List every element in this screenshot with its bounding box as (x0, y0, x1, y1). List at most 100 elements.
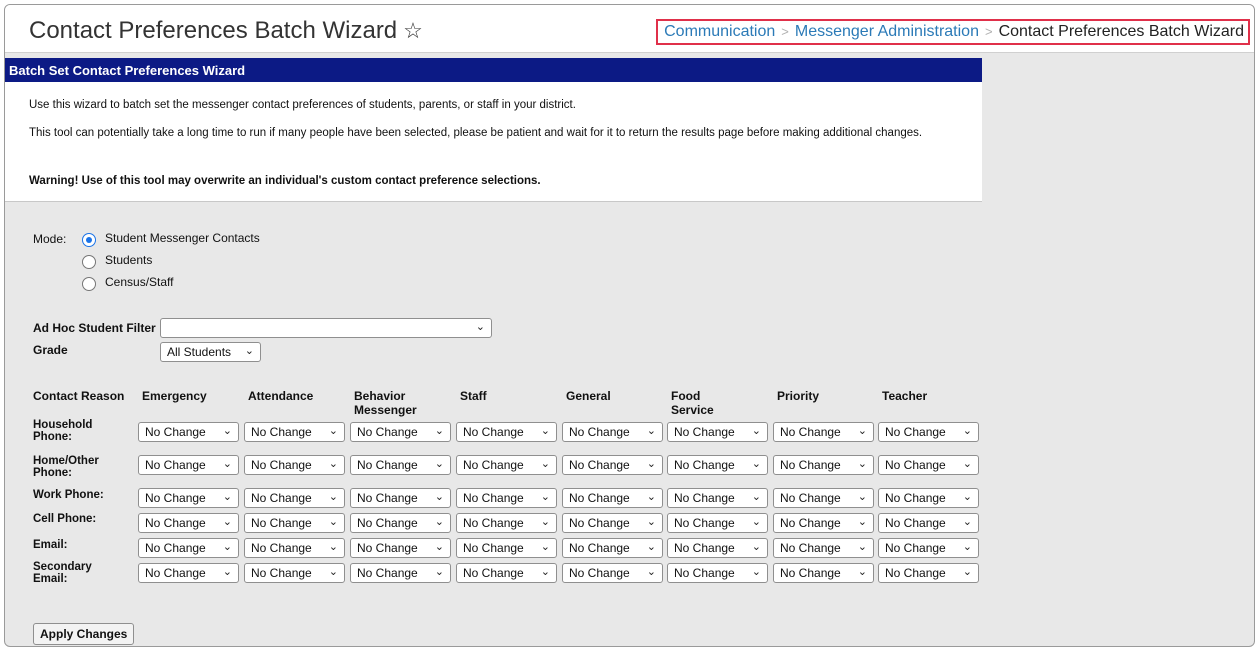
preference-select[interactable]: No Change ⌄ (562, 422, 663, 442)
preference-select[interactable]: No Change ⌄ (350, 563, 451, 583)
preference-select[interactable]: No Change ⌄ (456, 488, 557, 508)
preference-select[interactable]: No Change ⌄ (456, 422, 557, 442)
preference-select[interactable]: No Change ⌄ (667, 455, 768, 475)
preference-select[interactable]: No Change ⌄ (350, 488, 451, 508)
preference-select[interactable]: No Change ⌄ (138, 563, 239, 583)
radio-label-students: Students (105, 253, 153, 267)
preference-select[interactable]: No Change ⌄ (667, 488, 768, 508)
chevron-down-icon: ⌄ (244, 345, 254, 357)
preference-select[interactable]: No Change ⌄ (138, 513, 239, 533)
chevron-down-icon: ⌄ (751, 425, 761, 437)
preference-select[interactable]: No Change ⌄ (244, 513, 345, 533)
chevron-down-icon: ⌄ (962, 458, 972, 470)
preference-select[interactable]: No Change ⌄ (562, 563, 663, 583)
preference-select[interactable]: No Change ⌄ (667, 538, 768, 558)
preference-select[interactable]: No Change ⌄ (456, 513, 557, 533)
preference-select[interactable]: No Change ⌄ (667, 563, 768, 583)
grade-label: Grade (33, 343, 68, 357)
preference-select[interactable]: No Change ⌄ (456, 455, 557, 475)
preference-select[interactable]: No Change ⌄ (456, 563, 557, 583)
preference-select[interactable]: No Change ⌄ (138, 538, 239, 558)
chevron-down-icon: ⌄ (328, 491, 338, 503)
chevron-down-icon: ⌄ (434, 458, 444, 470)
preference-select[interactable]: No Change ⌄ (878, 488, 979, 508)
chevron-down-icon: ⌄ (646, 566, 656, 578)
preference-select[interactable]: No Change ⌄ (244, 422, 345, 442)
chevron-down-icon: ⌄ (751, 516, 761, 528)
preference-select[interactable]: No Change ⌄ (667, 513, 768, 533)
preference-select[interactable]: No Change ⌄ (456, 538, 557, 558)
chevron-right-icon: > (781, 24, 789, 39)
chevron-down-icon: ⌄ (646, 516, 656, 528)
column-header: Attendance (248, 389, 314, 403)
app-window: Contact Preferences Batch Wizard ☆ Commun… (4, 4, 1255, 647)
radio-label-student-messenger-contacts: Student Messenger Contacts (105, 231, 260, 245)
row-label: Home/Other Phone: (33, 455, 99, 479)
preference-select[interactable]: No Change ⌄ (138, 455, 239, 475)
radio-students[interactable] (82, 255, 96, 269)
radio-student-messenger-contacts[interactable] (82, 233, 96, 247)
chevron-down-icon: ⌄ (222, 491, 232, 503)
column-header: Priority (777, 389, 820, 403)
mode-label: Mode: (33, 232, 67, 246)
chevron-down-icon: ⌄ (222, 425, 232, 437)
chevron-down-icon: ⌄ (540, 458, 550, 470)
preference-select[interactable]: No Change ⌄ (878, 538, 979, 558)
preference-select[interactable]: No Change ⌄ (244, 538, 345, 558)
chevron-down-icon: ⌄ (434, 541, 444, 553)
preference-select[interactable]: No Change ⌄ (773, 455, 874, 475)
chevron-down-icon: ⌄ (962, 566, 972, 578)
preference-select[interactable]: No Change ⌄ (562, 488, 663, 508)
breadcrumb-communication[interactable]: Communication (664, 23, 775, 40)
preference-select[interactable]: No Change ⌄ (350, 455, 451, 475)
preference-select[interactable]: No Change ⌄ (138, 422, 239, 442)
preference-select[interactable]: No Change ⌄ (244, 488, 345, 508)
chevron-down-icon: ⌄ (540, 566, 550, 578)
info-box: Use this wizard to batch set the messeng… (5, 82, 982, 202)
chevron-down-icon: ⌄ (857, 425, 867, 437)
preference-select[interactable]: No Change ⌄ (878, 422, 979, 442)
chevron-down-icon: ⌄ (962, 491, 972, 503)
preference-select[interactable]: No Change ⌄ (773, 513, 874, 533)
chevron-down-icon: ⌄ (540, 516, 550, 528)
grade-select[interactable]: All Students ⌄ (160, 342, 261, 362)
chevron-down-icon: ⌄ (962, 516, 972, 528)
preference-select[interactable]: No Change ⌄ (562, 455, 663, 475)
page-header: Contact Preferences Batch Wizard ☆ Commun… (5, 5, 1254, 53)
star-icon[interactable]: ☆ (403, 18, 423, 43)
chevron-down-icon: ⌄ (857, 458, 867, 470)
radio-census-staff[interactable] (82, 277, 96, 291)
adhoc-filter-label: Ad Hoc Student Filter (33, 321, 156, 335)
chevron-down-icon: ⌄ (222, 458, 232, 470)
chevron-down-icon: ⌄ (751, 541, 761, 553)
preference-select[interactable]: No Change ⌄ (562, 538, 663, 558)
chevron-down-icon: ⌄ (540, 425, 550, 437)
preference-select[interactable]: No Change ⌄ (562, 513, 663, 533)
page-title: Contact Preferences Batch Wizard (29, 17, 398, 44)
preference-select[interactable]: No Change ⌄ (773, 563, 874, 583)
preference-select[interactable]: No Change ⌄ (350, 538, 451, 558)
apply-changes-button[interactable]: Apply Changes (33, 623, 135, 645)
column-header: Staff (460, 389, 487, 403)
preference-select[interactable]: No Change ⌄ (773, 422, 874, 442)
preference-select[interactable]: No Change ⌄ (878, 455, 979, 475)
preference-select[interactable]: No Change ⌄ (878, 563, 979, 583)
preference-select[interactable]: No Change ⌄ (244, 563, 345, 583)
preference-select[interactable]: No Change ⌄ (138, 488, 239, 508)
preference-select[interactable]: No Change ⌄ (350, 422, 451, 442)
column-header: Behavior Messenger (354, 389, 417, 417)
column-header: Emergency (142, 389, 207, 403)
preference-select[interactable]: No Change ⌄ (244, 455, 345, 475)
preference-select[interactable]: No Change ⌄ (773, 538, 874, 558)
chevron-down-icon: ⌄ (751, 566, 761, 578)
preference-select[interactable]: No Change ⌄ (667, 422, 768, 442)
chevron-down-icon: ⌄ (751, 458, 761, 470)
chevron-down-icon: ⌄ (540, 491, 550, 503)
preference-select[interactable]: No Change ⌄ (773, 488, 874, 508)
breadcrumb-messenger-administration[interactable]: Messenger Administration (795, 23, 979, 40)
preference-select[interactable]: No Change ⌄ (350, 513, 451, 533)
adhoc-filter-select[interactable]: ⌄ (160, 318, 492, 338)
preference-select[interactable]: No Change ⌄ (878, 513, 979, 533)
chevron-down-icon: ⌄ (540, 541, 550, 553)
chevron-right-icon: > (984, 24, 993, 39)
